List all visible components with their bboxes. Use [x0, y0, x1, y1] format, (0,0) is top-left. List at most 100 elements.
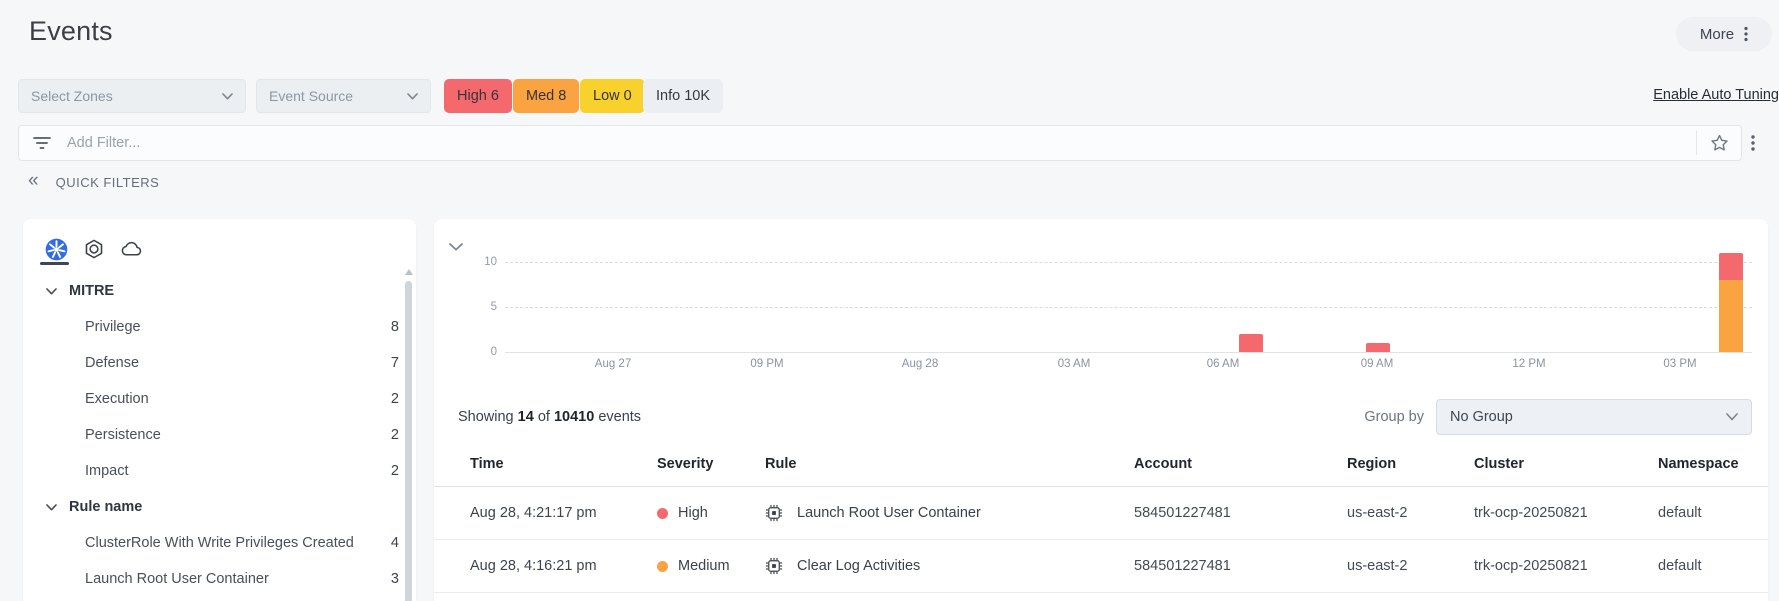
x-tick-label: 12 PM — [1512, 358, 1545, 370]
event-source-dropdown[interactable]: Event Source — [256, 79, 431, 113]
column-header-cluster[interactable]: Cluster — [1474, 441, 1658, 487]
severity-badge-med[interactable]: Med 8 — [513, 79, 579, 113]
quick-filters-panel: MITREPrivilege8Defense7Execution2Persist… — [23, 219, 416, 601]
y-tick-label: 0 — [457, 346, 497, 358]
chevron-down-icon — [222, 93, 233, 100]
quick-filter-item[interactable]: Persistence2 — [23, 417, 416, 453]
column-header-severity[interactable]: Severity — [657, 441, 765, 487]
cell-account: 584501227481 — [1134, 540, 1347, 593]
hexagon-icon — [83, 238, 105, 260]
column-header-rule[interactable]: Rule — [765, 441, 1134, 487]
chart-collapse-chevron-icon[interactable] — [449, 243, 463, 251]
quick-filter-section-rule-name[interactable]: Rule name — [23, 489, 416, 525]
severity-badge-high[interactable]: High 6 — [444, 79, 512, 113]
y-tick-label: 10 — [457, 256, 497, 268]
quick-filter-item[interactable]: Impact2 — [23, 453, 416, 489]
rule-label: Clear Log Activities — [797, 558, 920, 574]
add-filter-input[interactable] — [67, 135, 1696, 151]
gridline-5 — [505, 307, 1752, 308]
events-table: TimeSeverityRuleAccountRegionClusterName… — [434, 441, 1768, 593]
filter-bar-kebab-icon[interactable] — [1751, 134, 1755, 152]
x-tick-label: 06 AM — [1207, 358, 1240, 370]
total-count: 10410 — [554, 409, 594, 425]
severity-label: High — [678, 505, 708, 521]
cell-namespace: default — [1658, 487, 1768, 540]
quick-filter-tabs — [23, 219, 416, 265]
severity-label: Medium — [678, 558, 730, 574]
table-row[interactable]: Aug 28, 4:16:21 pm Medium Clear Log Activi… — [434, 540, 1768, 593]
filter-item-label: Persistence — [85, 427, 161, 443]
cell-region: us-east-2 — [1347, 540, 1474, 593]
bar-high[interactable] — [1239, 334, 1263, 352]
save-filter-star-button[interactable] — [1697, 134, 1741, 152]
filter-row: Select Zones Event Source High 6Med 8Low… — [0, 79, 1779, 113]
x-tick-label: Aug 28 — [902, 358, 938, 370]
bar-high[interactable] — [1719, 253, 1743, 280]
chevron-down-icon — [407, 93, 418, 100]
kubernetes-icon — [45, 238, 68, 261]
sidebar-scrollbar[interactable] — [405, 281, 412, 601]
quick-filters-header: « QUICK FILTERS — [28, 174, 159, 190]
kebab-menu-icon — [1744, 26, 1748, 42]
filter-item-label: Execution — [85, 391, 149, 407]
filter-item-count: 7 — [391, 355, 399, 371]
event-source-value: Event Source — [269, 88, 353, 104]
quick-filter-item[interactable]: Launch Root User Container3 — [23, 561, 416, 597]
hexagon-tab[interactable] — [83, 238, 105, 260]
cloud-tab[interactable] — [120, 238, 143, 261]
chart-plot-area: Aug 2709 PMAug 2803 AM06 AM09 AM12 PM03 … — [505, 219, 1752, 352]
events-timeline-chart: Aug 2709 PMAug 2803 AM06 AM09 AM12 PM03 … — [434, 219, 1768, 391]
bar-medium[interactable] — [1719, 280, 1743, 352]
select-zones-dropdown[interactable]: Select Zones — [18, 79, 246, 113]
filter-item-label: Defense — [85, 355, 139, 371]
filter-item-count: 2 — [391, 463, 399, 479]
enable-auto-tuning-link[interactable]: Enable Auto Tuning — [1653, 87, 1779, 103]
cell-account: 584501227481 — [1134, 487, 1347, 540]
filter-item-count: 4 — [391, 535, 399, 551]
chevron-down-icon — [46, 504, 57, 511]
severity-dot — [657, 508, 668, 519]
quick-filter-item[interactable]: Defense 7 — [23, 345, 416, 381]
cell-time: Aug 28, 4:16:21 pm — [434, 540, 657, 593]
collapse-panel-icon[interactable]: « — [28, 171, 39, 190]
cloud-icon — [120, 238, 143, 261]
filter-icon — [33, 136, 51, 150]
x-tick-label: 03 AM — [1058, 358, 1091, 370]
more-button[interactable]: More — [1676, 17, 1772, 51]
chevron-down-icon — [1726, 413, 1738, 421]
bar-high[interactable] — [1366, 343, 1390, 352]
results-summary: Showing 14 of 10410 events — [458, 409, 641, 425]
column-header-time[interactable]: Time — [434, 441, 657, 487]
cell-cluster: trk-ocp-20250821 — [1474, 487, 1658, 540]
quick-filter-item[interactable]: Execution2 — [23, 381, 416, 417]
quick-filter-item[interactable]: ClusterRole With Write Privileges Create… — [23, 525, 416, 561]
column-header-namespace[interactable]: Namespace — [1658, 441, 1768, 487]
page-title: Events — [29, 16, 113, 47]
cell-time: Aug 28, 4:21:17 pm — [434, 487, 657, 540]
table-row[interactable]: Aug 28, 4:21:17 pmHighLaunch Root User C… — [434, 487, 1768, 540]
group-by-dropdown[interactable]: No Group — [1436, 399, 1752, 435]
cell-cluster: trk-ocp-20250821 — [1474, 540, 1658, 593]
kubernetes-tab[interactable] — [45, 238, 68, 261]
severity-badge-info[interactable]: Info 10K — [643, 79, 723, 113]
quick-filters-title: QUICK FILTERS — [56, 175, 160, 190]
select-zones-value: Select Zones — [31, 88, 113, 104]
column-header-account[interactable]: Account — [1134, 441, 1347, 487]
events-panel: Aug 2709 PMAug 2803 AM06 AM09 AM12 PM03 … — [434, 219, 1768, 601]
quick-filter-section-mitre[interactable]: MITRE — [23, 273, 416, 309]
x-axis-line — [505, 352, 1752, 353]
cell-region: us-east-2 — [1347, 487, 1474, 540]
x-tick-label: 09 AM — [1361, 358, 1394, 370]
section-title: Rule name — [69, 499, 142, 515]
quick-filter-item[interactable]: Privilege8 — [23, 309, 416, 345]
cell-rule: Clear Log Activities — [765, 557, 1134, 575]
filter-item-count: 8 — [391, 319, 399, 335]
rule-chip-icon — [765, 504, 783, 522]
scrollbar-up-arrow[interactable] — [405, 269, 413, 275]
active-tab-underline — [40, 262, 69, 265]
column-header-region[interactable]: Region — [1347, 441, 1474, 487]
cell-severity: Medium — [657, 558, 765, 574]
x-tick-label: Aug 27 — [595, 358, 631, 370]
severity-badge-low[interactable]: Low 0 — [580, 79, 645, 113]
group-by-value: No Group — [1450, 409, 1513, 425]
